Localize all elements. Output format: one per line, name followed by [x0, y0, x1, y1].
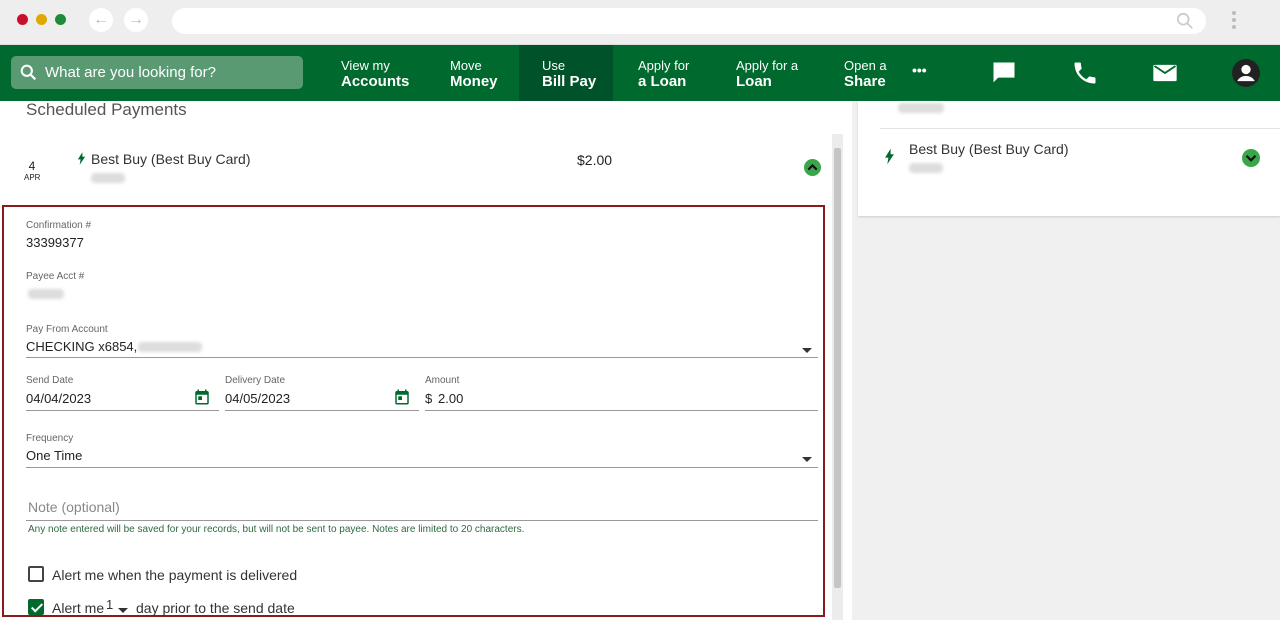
- more-icon[interactable]: •••: [912, 45, 938, 101]
- nav-open-share[interactable]: Open a Share: [821, 45, 907, 101]
- redacted-balance: [138, 342, 202, 352]
- close-window-dot[interactable]: [17, 14, 28, 25]
- nav-bill-pay[interactable]: Use Bill Pay: [519, 45, 613, 101]
- scrollbar[interactable]: [832, 134, 843, 620]
- alert-prior-prefix: Alert me: [52, 600, 105, 616]
- bolt-icon: [885, 148, 894, 165]
- redacted-account: [909, 163, 943, 173]
- amount-input[interactable]: 2.00: [438, 391, 463, 406]
- field-underline: [26, 467, 818, 468]
- chevron-down-icon[interactable]: [1242, 149, 1260, 167]
- forward-arrow-icon[interactable]: →: [124, 8, 148, 32]
- nav-label-line2: Loan: [736, 73, 772, 90]
- calendar-icon[interactable]: [193, 388, 211, 406]
- amount-label: Amount: [425, 375, 460, 386]
- minimize-window-dot[interactable]: [36, 14, 47, 25]
- nav-label-line2: Share: [844, 73, 886, 90]
- payment-amount: $2.00: [577, 152, 613, 168]
- nav-label-line2: Bill Pay: [542, 73, 597, 90]
- pay-from-label: Pay From Account: [26, 324, 108, 335]
- address-bar[interactable]: [172, 8, 1206, 34]
- note-input[interactable]: Note (optional): [28, 499, 120, 515]
- dropdown-caret-icon[interactable]: [802, 348, 812, 353]
- amount-prefix: $: [425, 391, 433, 406]
- frequency-select[interactable]: One Time: [26, 448, 82, 463]
- payment-detail-panel: Confirmation # 33399377 Payee Acct # Pay…: [2, 205, 825, 617]
- chat-icon[interactable]: [990, 59, 1018, 87]
- redacted-text: [898, 103, 944, 113]
- scrollbar-thumb[interactable]: [834, 148, 841, 588]
- delivery-date-label: Delivery Date: [225, 375, 286, 386]
- nav-label-line2: a Loan: [638, 73, 687, 90]
- confirmation-value: 33399377: [26, 235, 84, 250]
- payment-day: 4: [28, 159, 36, 173]
- field-underline: [26, 357, 818, 358]
- nav-apply-loan[interactable]: Apply for a Loan: [615, 45, 711, 101]
- field-underline: [225, 410, 419, 411]
- delivery-date-input[interactable]: 04/05/2023: [225, 391, 290, 406]
- nav-label-line1: Open a: [844, 58, 887, 73]
- phone-icon[interactable]: [1071, 59, 1099, 87]
- dropdown-caret-icon[interactable]: [802, 457, 812, 462]
- send-date-label: Send Date: [26, 375, 74, 386]
- alert-delivered-label: Alert me when the payment is delivered: [52, 567, 298, 583]
- field-underline: [425, 410, 818, 411]
- redacted-account: [91, 173, 125, 183]
- section-title: Scheduled Payments: [26, 100, 187, 119]
- payee-name[interactable]: Best Buy (Best Buy Card): [91, 151, 251, 167]
- search-icon: [1176, 12, 1193, 29]
- browser-chrome: ← →: [0, 0, 1280, 45]
- nav-move-money[interactable]: Move Money: [427, 45, 517, 101]
- field-underline: [26, 410, 219, 411]
- divider: [880, 128, 1280, 129]
- confirmation-label: Confirmation #: [26, 220, 92, 231]
- frequency-label: Frequency: [26, 433, 74, 444]
- search-box[interactable]: [11, 56, 303, 89]
- right-payee-name[interactable]: Best Buy (Best Buy Card): [909, 141, 1069, 157]
- nav-apply-for-a-loan[interactable]: Apply for a Loan: [713, 45, 819, 101]
- calendar-icon[interactable]: [393, 388, 411, 406]
- chevron-up-icon[interactable]: [804, 159, 821, 176]
- search-input[interactable]: [45, 56, 295, 89]
- alert-prior-suffix: day prior to the send date: [136, 600, 295, 616]
- pay-from-select[interactable]: CHECKING x6854,: [26, 339, 137, 354]
- payment-month: APR: [24, 173, 41, 182]
- nav-label-line1: View my: [341, 58, 390, 73]
- back-arrow-icon[interactable]: ←: [89, 8, 113, 32]
- nav-label-line1: Move: [450, 58, 482, 73]
- mail-icon[interactable]: [1151, 59, 1179, 87]
- send-date-input[interactable]: 04/04/2023: [26, 391, 91, 406]
- redacted-payee-acct: [28, 289, 64, 299]
- nav-label-line2: Money: [450, 73, 498, 90]
- search-icon: [20, 64, 37, 81]
- browser-menu-icon[interactable]: [1228, 8, 1240, 34]
- nav-label-line2: Accounts: [341, 73, 410, 90]
- note-hint: Any note entered will be saved for your …: [28, 524, 525, 535]
- nav-view-accounts[interactable]: View my Accounts: [318, 45, 418, 101]
- profile-icon[interactable]: [1232, 59, 1260, 87]
- nav-label-line1: Apply for: [638, 58, 690, 73]
- scheduled-payments-card: Scheduled Payments 4 APR Best Buy (Best …: [0, 100, 852, 620]
- dropdown-caret-icon[interactable]: [118, 608, 128, 613]
- main-navigation: View my Accounts Move Money Use Bill Pay…: [0, 45, 1280, 101]
- alert-prior-days-select[interactable]: 1: [106, 597, 113, 612]
- maximize-window-dot[interactable]: [55, 14, 66, 25]
- alert-prior-checkbox[interactable]: [28, 599, 44, 615]
- payee-acct-label: Payee Acct #: [26, 271, 85, 282]
- bolt-icon: [77, 152, 86, 165]
- nav-label-line1: Apply for a: [736, 58, 799, 73]
- nav-label-line1: Use: [542, 58, 566, 73]
- upcoming-payees-card: Best Buy (Best Buy Card): [858, 101, 1280, 216]
- field-underline: [26, 520, 818, 521]
- payment-date: 4 APR: [24, 159, 40, 182]
- alert-delivered-checkbox[interactable]: [28, 566, 44, 582]
